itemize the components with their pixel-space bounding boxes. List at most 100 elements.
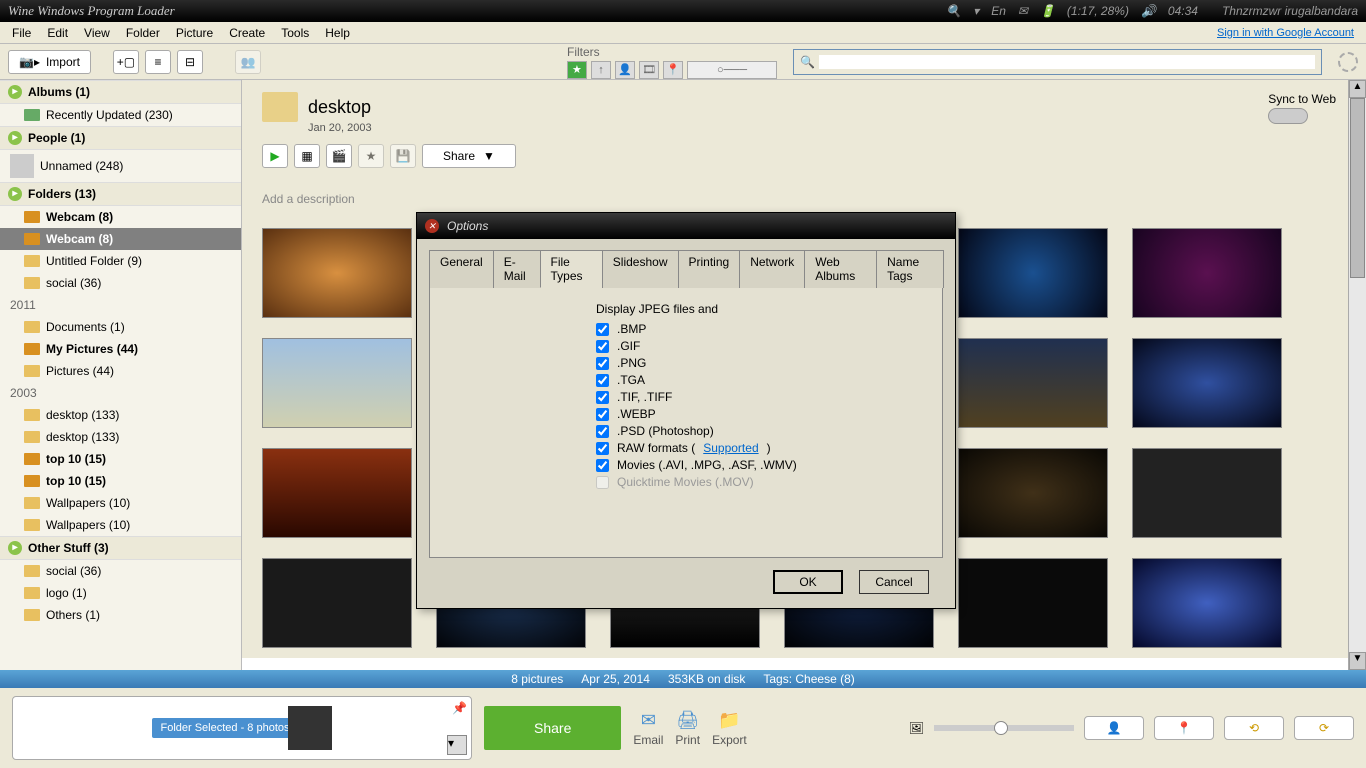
dialog-titlebar[interactable]: ✕ Options [417, 213, 955, 239]
sidebar-item-logo[interactable]: logo (1) [0, 582, 241, 604]
signin-link[interactable]: Sign in with Google Account [1217, 27, 1362, 39]
tree-view-button[interactable]: ⊟ [177, 50, 203, 74]
wifi-icon[interactable]: ▾ [973, 4, 979, 18]
scroll-thumb[interactable] [1350, 98, 1365, 278]
tab-slideshow[interactable]: Slideshow [602, 250, 679, 288]
menu-file[interactable]: File [4, 24, 39, 42]
user-name[interactable]: Thnzrmzwr irugalbandara [1222, 4, 1358, 18]
misc-button-2[interactable]: ⟳ [1294, 716, 1354, 740]
thumbnail[interactable] [262, 228, 412, 318]
sidebar-item-desktop-1[interactable]: desktop (133) [0, 404, 241, 426]
movie-button[interactable]: 🎬 [326, 144, 352, 168]
tray-menu-button[interactable]: ▾ [447, 735, 467, 755]
sidebar-item-desktop-2[interactable]: desktop (133) [0, 426, 241, 448]
share-big-button[interactable]: Share [484, 706, 621, 750]
sidebar-item-untitled[interactable]: Untitled Folder (9) [0, 250, 241, 272]
thumbnail[interactable] [262, 558, 412, 648]
tray-thumbnail[interactable] [288, 706, 332, 750]
cancel-button[interactable]: Cancel [859, 570, 929, 594]
file-type-checkbox[interactable] [596, 340, 609, 353]
tag-people-button[interactable]: 👤 [1084, 716, 1144, 740]
print-button[interactable]: 🖨Print [675, 710, 700, 747]
tab-name-tags[interactable]: Name Tags [876, 250, 944, 288]
thumbnail[interactable] [958, 448, 1108, 538]
sidebar-item-pictures[interactable]: Pictures (44) [0, 360, 241, 382]
sync-to-web[interactable]: Sync to Web [1268, 92, 1336, 124]
thumbnail[interactable] [1132, 558, 1282, 648]
scroll-up-icon[interactable]: ▲ [1349, 80, 1366, 98]
close-icon[interactable]: ✕ [425, 219, 439, 233]
section-other[interactable]: Other Stuff (3) [0, 536, 241, 560]
list-view-button[interactable]: ≡ [145, 50, 171, 74]
save-button[interactable]: 💾 [390, 144, 416, 168]
supported-link[interactable]: Supported [703, 441, 758, 455]
filter-slider[interactable]: ○─── [687, 61, 777, 79]
sidebar-item-social[interactable]: social (36) [0, 272, 241, 294]
sidebar-item-social2[interactable]: social (36) [0, 560, 241, 582]
menu-view[interactable]: View [76, 24, 118, 42]
filter-upload-icon[interactable]: ↑ [591, 61, 611, 79]
section-albums[interactable]: Albums (1) [0, 80, 241, 104]
share-button[interactable]: Share▼ [422, 144, 516, 168]
section-people[interactable]: People (1) [0, 126, 241, 150]
filter-movie-icon[interactable]: 🎞 [639, 61, 659, 79]
ok-button[interactable]: OK [773, 570, 843, 594]
file-type-checkbox[interactable] [596, 459, 609, 472]
tab-printing[interactable]: Printing [678, 250, 741, 288]
sidebar-item-mypictures[interactable]: My Pictures (44) [0, 338, 241, 360]
tab-file-types[interactable]: File Types [540, 250, 603, 288]
collage-button[interactable]: ▦ [294, 144, 320, 168]
thumbnail[interactable] [1132, 448, 1282, 538]
menu-edit[interactable]: Edit [39, 24, 76, 42]
import-button[interactable]: 📷▸ Import [8, 50, 91, 74]
search-icon[interactable]: 🔍 [946, 4, 961, 18]
tab-web-albums[interactable]: Web Albums [804, 250, 877, 288]
sidebar-item-documents[interactable]: Documents (1) [0, 316, 241, 338]
tab-network[interactable]: Network [739, 250, 805, 288]
zoom-slider[interactable] [934, 725, 1074, 731]
mail-icon[interactable]: ✉ [1018, 4, 1028, 18]
menu-create[interactable]: Create [221, 24, 273, 42]
sidebar-item-top10-1[interactable]: top 10 (15) [0, 448, 241, 470]
menu-folder[interactable]: Folder [118, 24, 168, 42]
new-folder-button[interactable]: +▢ [113, 50, 139, 74]
file-type-checkbox[interactable] [596, 374, 609, 387]
menu-help[interactable]: Help [317, 24, 358, 42]
star-button[interactable]: ★ [358, 144, 384, 168]
sidebar-item-recently-updated[interactable]: Recently Updated (230) [0, 104, 241, 126]
edit-icon[interactable]: 🖼 [909, 721, 924, 735]
tab-email[interactable]: E-Mail [493, 250, 541, 288]
export-button[interactable]: 📁Export [712, 710, 747, 747]
geotag-button[interactable]: 📍 [1154, 716, 1214, 740]
menu-picture[interactable]: Picture [168, 24, 221, 42]
file-type-checkbox[interactable] [596, 391, 609, 404]
sidebar-item-wallpapers-1[interactable]: Wallpapers (10) [0, 492, 241, 514]
play-slideshow-button[interactable]: ▶ [262, 144, 288, 168]
thumbnail[interactable] [958, 338, 1108, 428]
file-type-checkbox[interactable] [596, 442, 609, 455]
volume-icon[interactable]: 🔊 [1141, 4, 1156, 18]
menu-tools[interactable]: Tools [273, 24, 317, 42]
sidebar-item-unnamed[interactable]: Unnamed (248) [0, 150, 241, 182]
sidebar-item-others[interactable]: Others (1) [0, 604, 241, 626]
sync-toggle[interactable] [1268, 108, 1308, 124]
misc-button-1[interactable]: ⟲ [1224, 716, 1284, 740]
file-type-checkbox[interactable] [596, 357, 609, 370]
scrollbar[interactable]: ▲ ▼ [1348, 80, 1366, 670]
thumbnail[interactable] [958, 228, 1108, 318]
filter-star-icon[interactable]: ★ [567, 61, 587, 79]
sidebar-item-webcam-2[interactable]: Webcam (8) [0, 228, 241, 250]
thumbnail[interactable] [262, 338, 412, 428]
pin-icon[interactable]: 📌 [452, 701, 467, 715]
scroll-down-icon[interactable]: ▼ [1349, 652, 1366, 670]
search-box[interactable] [793, 49, 1322, 75]
search-input[interactable] [819, 55, 1315, 69]
sidebar-item-wallpapers-2[interactable]: Wallpapers (10) [0, 514, 241, 536]
section-folders[interactable]: Folders (13) [0, 182, 241, 206]
lang-indicator[interactable]: En [991, 4, 1006, 18]
thumbnail[interactable] [1132, 228, 1282, 318]
filter-face-icon[interactable]: 👤 [615, 61, 635, 79]
tab-general[interactable]: General [429, 250, 494, 288]
sidebar-item-top10-2[interactable]: top 10 (15) [0, 470, 241, 492]
people-button[interactable]: 👥 [235, 50, 261, 74]
